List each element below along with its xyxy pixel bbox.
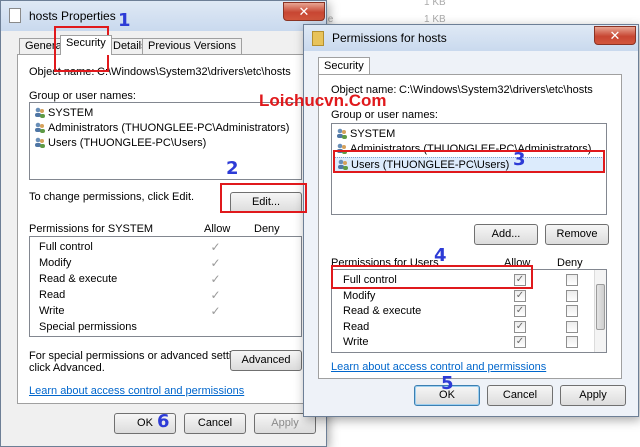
group-list[interactable]: SYSTEM Administrators (THUONGLEE-PC\Admi… (29, 102, 302, 180)
permissions-header: Permissions for SYSTEM (29, 223, 154, 235)
deny-write-checkbox[interactable] (566, 336, 578, 348)
special-permissions-text-1: For special permissions or advanced sett… (29, 350, 253, 362)
tab-previous-versions[interactable]: Previous Versions (142, 38, 243, 55)
group-item-label: Users (THUONGLEE-PC\Users) (48, 137, 207, 149)
tab-security[interactable]: Security (318, 57, 370, 75)
close-button[interactable]: ✕ (283, 2, 325, 21)
window-title: hosts Properties (29, 9, 116, 23)
step-number-4: 4 (434, 245, 447, 266)
perm-modify: Modify (39, 257, 72, 269)
step-number-5: 5 (441, 373, 454, 394)
deny-modify-checkbox[interactable] (566, 290, 578, 302)
users-icon (35, 137, 45, 148)
allow-check-icon: ✓ (210, 272, 221, 286)
apply-button[interactable]: Apply (560, 385, 626, 406)
perm-full-control: Full control (39, 241, 93, 253)
deny-read-execute-checkbox[interactable] (566, 305, 578, 317)
group-label: Group or user names: (29, 90, 136, 102)
highlight-edit-button (220, 183, 307, 213)
step-number-3: 3 (513, 149, 526, 170)
object-name-value: C:\Windows\System32\drivers\etc\hosts (97, 66, 291, 78)
allow-check-icon: ✓ (210, 304, 221, 318)
group-item-users[interactable]: Users (THUONGLEE-PC\Users) (34, 136, 206, 151)
perm-read: Read (39, 289, 66, 301)
permissions-window: Permissions for hosts ✕ Security Object … (303, 24, 639, 417)
learn-access-control-link[interactable]: Learn about access control and permissio… (29, 385, 244, 397)
group-item-system[interactable]: SYSTEM (34, 106, 93, 121)
perm-read-execute: Read & execute (343, 305, 422, 317)
highlight-users-group (333, 150, 605, 173)
permissions-panel: Object name: C:\Windows\System32\drivers… (318, 74, 622, 379)
allow-read-execute-checkbox[interactable]: ✓ (514, 305, 526, 317)
change-permissions-text: To change permissions, click Edit. (29, 191, 195, 203)
users-icon (35, 122, 45, 133)
hosts-properties-titlebar[interactable]: hosts Properties ✕ (1, 1, 326, 31)
perm-modify: Modify (343, 290, 376, 302)
allow-check-icon: ✓ (210, 288, 221, 302)
folder-icon (312, 31, 324, 46)
deny-header: Deny (557, 257, 583, 269)
deny-read-checkbox[interactable] (566, 321, 578, 333)
group-item-label: Administrators (THUONGLEE-PC\Administrat… (48, 122, 290, 134)
allow-read-checkbox[interactable]: ✓ (514, 321, 526, 333)
tab-security[interactable]: Security (60, 35, 112, 55)
allow-check-icon: ✓ (210, 256, 221, 270)
perm-write: Write (343, 336, 369, 348)
group-item-system[interactable]: SYSTEM (336, 127, 395, 142)
perm-special: Special permissions (39, 321, 137, 333)
advanced-button[interactable]: Advanced (230, 350, 302, 371)
allow-write-checkbox[interactable]: ✓ (514, 336, 526, 348)
step-number-2: 2 (226, 158, 239, 179)
users-icon (35, 107, 45, 118)
deny-header: Deny (254, 223, 280, 235)
bg-size-1: 1 KB (424, 0, 446, 8)
allow-header: Allow (204, 223, 231, 235)
group-item-administrators[interactable]: Administrators (THUONGLEE-PC\Administrat… (34, 121, 289, 136)
permissions-title: Permissions for hosts (332, 31, 447, 45)
scrollbar-thumb[interactable] (596, 284, 605, 330)
hosts-properties-window: hosts Properties ✕ General Security Deta… (0, 0, 327, 447)
permissions-titlebar[interactable]: Permissions for hosts ✕ (304, 25, 638, 51)
cancel-button[interactable]: Cancel (487, 385, 553, 406)
group-item-label: SYSTEM (48, 107, 94, 119)
watermark-text: Loichucvn.Com (259, 91, 387, 110)
permissions-list: Full control Modify Read & execute Read … (29, 236, 302, 337)
close-button[interactable]: ✕ (594, 26, 636, 45)
remove-button[interactable]: Remove (545, 224, 609, 245)
group-item-label: SYSTEM (350, 128, 396, 140)
allow-check-icon: ✓ (210, 240, 221, 254)
highlight-full-control (331, 265, 533, 289)
step-number-6: 6 (157, 411, 170, 432)
file-icon (9, 8, 21, 23)
special-permissions-text-2: click Advanced. (29, 362, 105, 374)
users-icon (337, 128, 347, 139)
deny-full-control-checkbox[interactable] (566, 274, 578, 286)
add-button[interactable]: Add... (474, 224, 538, 245)
perm-read-execute: Read & execute (39, 273, 118, 285)
permissions-scrollbar[interactable] (594, 270, 606, 352)
cancel-button[interactable]: Cancel (184, 413, 246, 434)
step-number-1: 1 (118, 10, 131, 31)
allow-modify-checkbox[interactable]: ✓ (514, 290, 526, 302)
perm-write: Write (39, 305, 65, 317)
perm-read: Read (343, 321, 370, 333)
learn-access-control-link[interactable]: Learn about access control and permissio… (331, 361, 546, 373)
object-name-value: C:\Windows\System32\drivers\etc\hosts (399, 84, 593, 96)
